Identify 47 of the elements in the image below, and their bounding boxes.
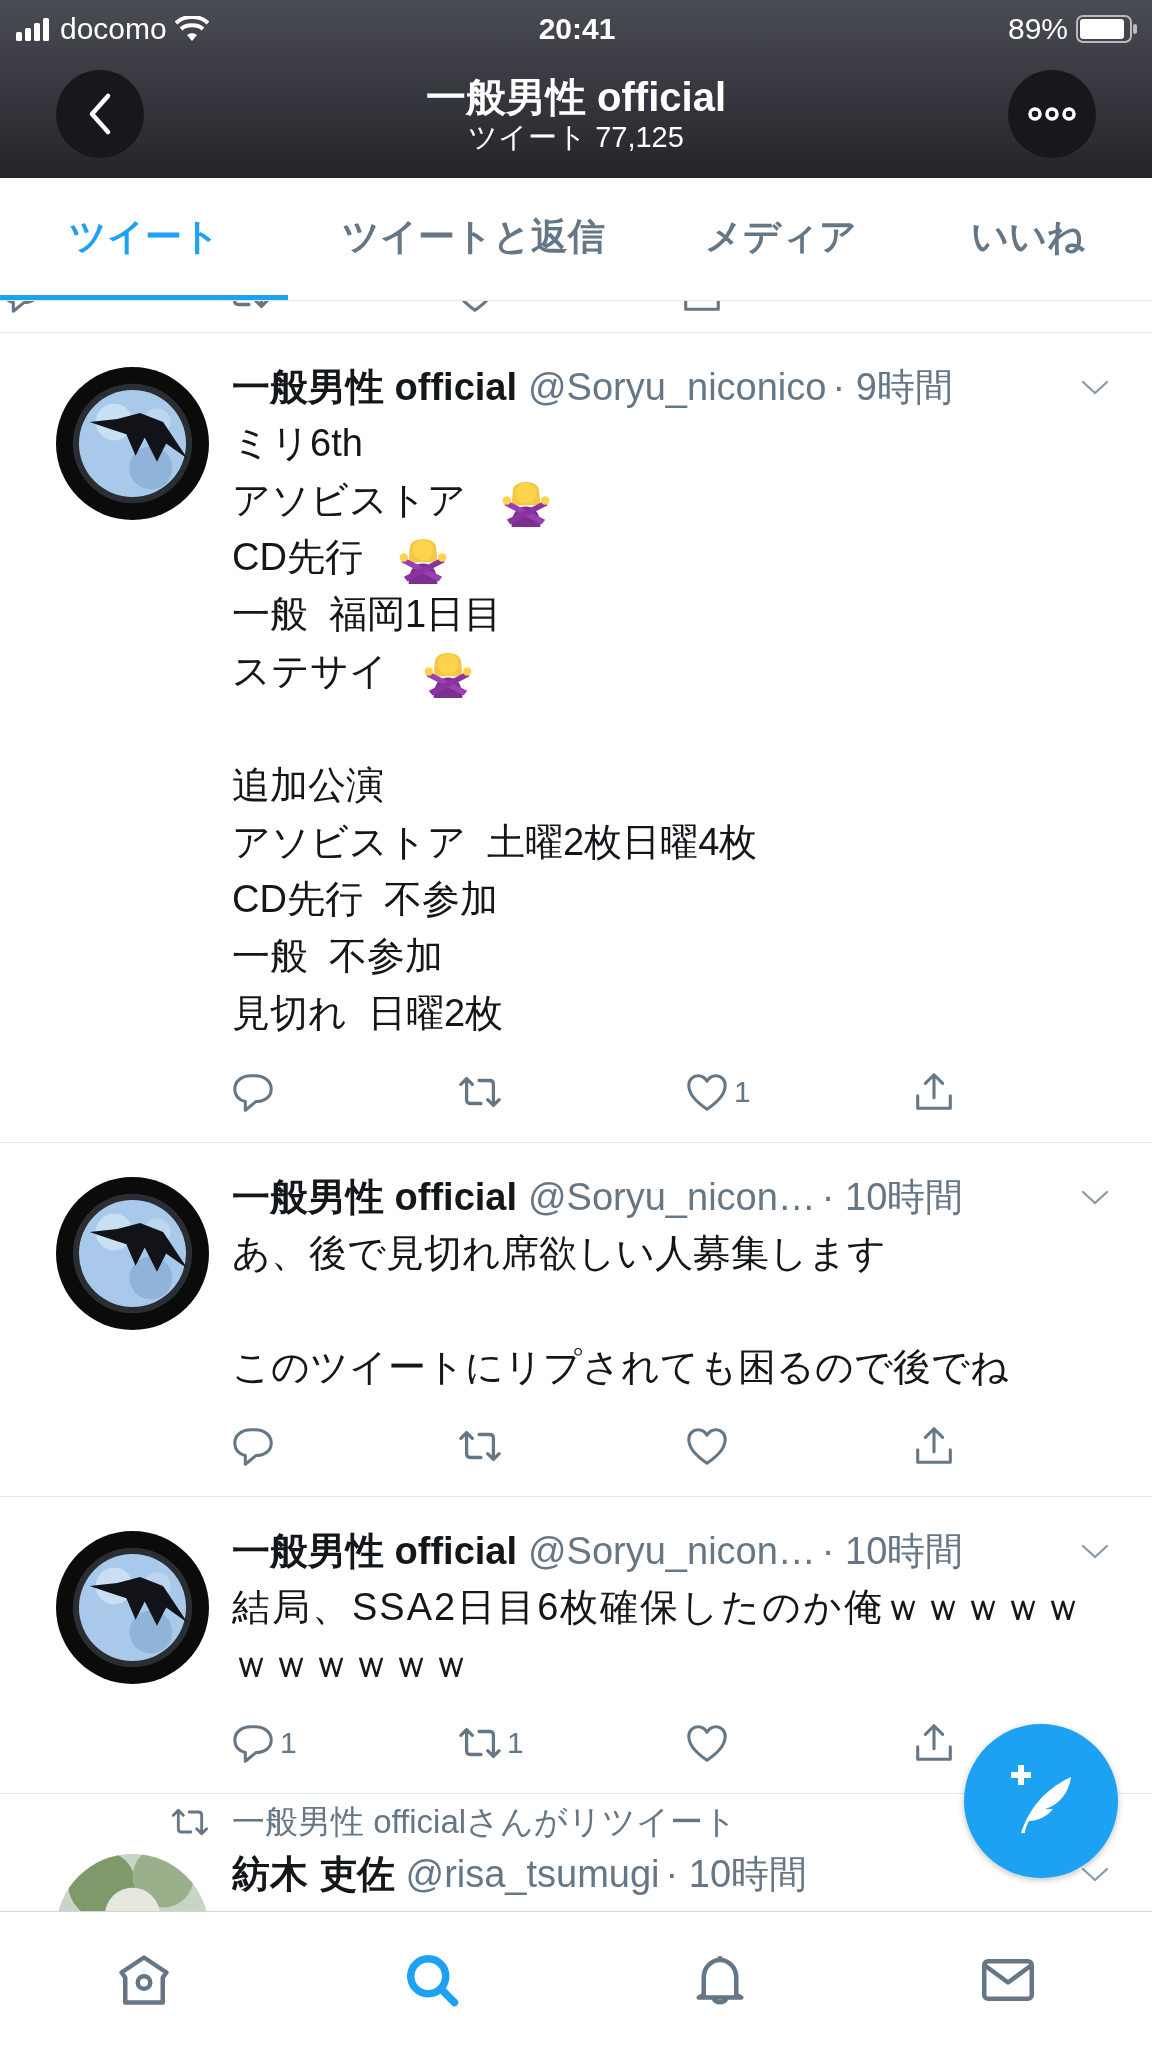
tweet-time: · 10時間 [821,1528,964,1574]
chevron-down-icon[interactable] [1080,1188,1110,1206]
profile-tab[interactable]: いいね [904,178,1152,300]
user-name: 紡木 吏佐 [232,1851,395,1897]
like-count: 1 [734,1075,751,1109]
tweet-time: · 10時間 [665,1851,808,1897]
tweet-text: このツイートにリプされても困るので後でね [232,1345,1009,1390]
chevron-left-icon [87,92,113,136]
tweet-count: ツイート 77,125 [468,120,684,154]
carrier-name: docomo [60,12,167,46]
wifi-icon [174,16,209,42]
reply-count: 1 [280,1726,297,1760]
tweet-text: CD先行 [232,535,363,580]
profile-tab[interactable]: ツイートと返信 [288,178,658,300]
tweet-text: 結局、SSA2日目6枚確保したのか俺ｗｗｗｗｗｗｗｗｗｗｗ [232,1586,1085,1685]
user-name: 一般男性 official [232,1528,518,1574]
user-handle: @Soryu_niconico [528,365,827,409]
tweet-text: 見切れ 日曜2枚 [232,991,504,1036]
tweet-text: CD先行 不参加 [232,877,498,922]
tweet-time: · 10時間 [821,1174,964,1220]
profile-title: 一般男性 official [426,74,726,120]
tweet-time: · 9時間 [832,364,953,410]
tweet-text: ミリ6th [232,421,363,466]
user-name: 一般男性 official [232,1174,518,1220]
tweet-text: アソビストア 土曜2枚日曜4枚 [232,820,758,865]
signal-icon [16,17,52,41]
tweet-text: あ、後で見切れ席欲しい人募集します [232,1231,886,1276]
tweet-text: 追加公演 [232,763,384,808]
chevron-down-icon[interactable] [1080,1865,1110,1883]
more-icon [1027,106,1077,122]
profile-tab[interactable]: メディア [658,178,904,300]
profile-tab[interactable]: ツイート [0,178,288,300]
retweet-count: 1 [507,1726,524,1760]
battery-percent: 89% [1007,12,1068,46]
battery-icon [1076,15,1138,43]
tweet-text: 一般 福岡1日目 [232,592,503,637]
tweet-text: ステサイ [232,649,388,694]
tweet-text: アソビストア [232,478,466,523]
user-handle: @risa_tsumugi [405,1852,660,1896]
tweet-text: 一般 不参加 [232,934,444,979]
user-name: 一般男性 official [232,364,518,410]
user-handle: @Soryu_nicon… [528,1175,816,1219]
retweet-label: 一般男性 officialさんがリツイート [232,1801,738,1842]
chevron-down-icon[interactable] [1080,378,1110,396]
user-handle: @Soryu_nicon… [528,1529,816,1573]
status-time: 20:41 [538,12,616,46]
chevron-down-icon[interactable] [1080,1542,1110,1560]
